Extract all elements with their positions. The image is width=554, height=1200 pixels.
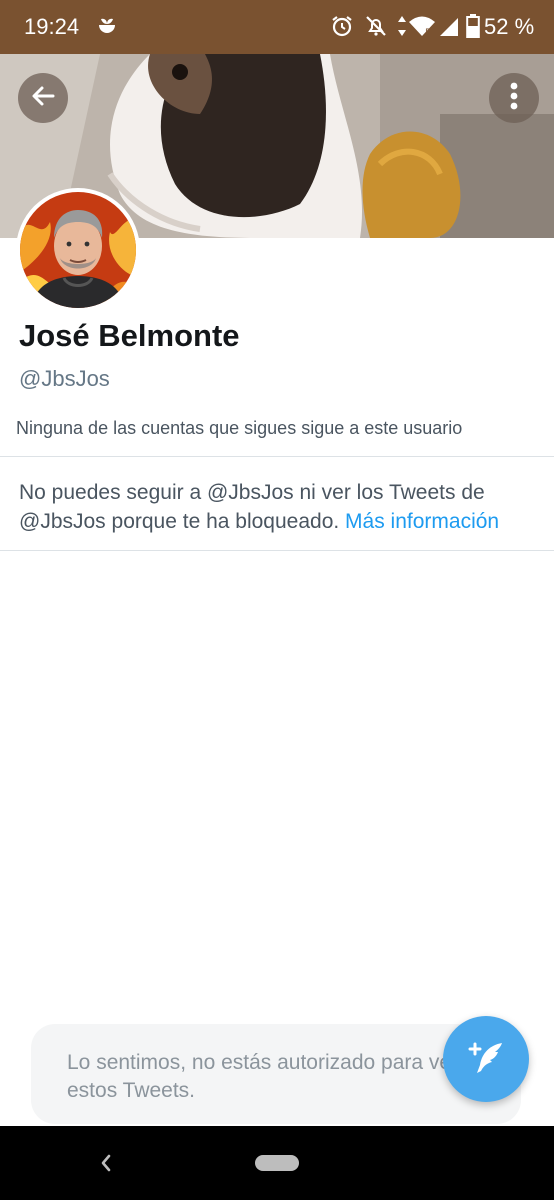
app-notification-icon xyxy=(96,14,118,41)
nav-back-icon[interactable] xyxy=(96,1148,116,1183)
followers-you-know-note: Ninguna de las cuentas que sigues sigue … xyxy=(16,418,463,438)
back-button[interactable] xyxy=(18,73,68,123)
divider xyxy=(0,456,554,457)
avatar-image xyxy=(20,192,136,308)
wifi-icon: 5 xyxy=(408,14,436,43)
notifications-off-icon xyxy=(364,14,388,43)
svg-text:5: 5 xyxy=(425,28,431,38)
profile-display-name: José Belmonte xyxy=(19,318,240,353)
data-arrows-icon xyxy=(396,14,408,43)
learn-more-link[interactable]: Más información xyxy=(345,510,499,533)
status-bar: 19:24 5 52 % xyxy=(0,0,554,54)
battery-percentage: 52 % xyxy=(484,14,535,39)
battery-icon xyxy=(466,14,480,43)
profile-handle: @JbsJos xyxy=(19,366,110,391)
system-navigation-bar xyxy=(0,1126,554,1200)
divider xyxy=(0,550,554,551)
arrow-left-icon xyxy=(29,82,57,115)
cell-signal-icon xyxy=(438,14,460,43)
nav-home-pill[interactable] xyxy=(255,1155,299,1171)
status-time: 19:24 xyxy=(24,14,80,39)
compose-tweet-icon xyxy=(464,1035,508,1084)
avatar[interactable] xyxy=(16,188,140,312)
toast-message: Lo sentimos, no estás autorizado para ve… xyxy=(67,1051,459,1102)
blocked-notice: No puedes seguir a @JbsJos ni ver los Tw… xyxy=(19,478,539,536)
more-vertical-icon xyxy=(509,81,519,116)
compose-tweet-button[interactable] xyxy=(443,1016,529,1102)
more-options-button[interactable] xyxy=(489,73,539,123)
alarm-icon xyxy=(330,14,354,43)
